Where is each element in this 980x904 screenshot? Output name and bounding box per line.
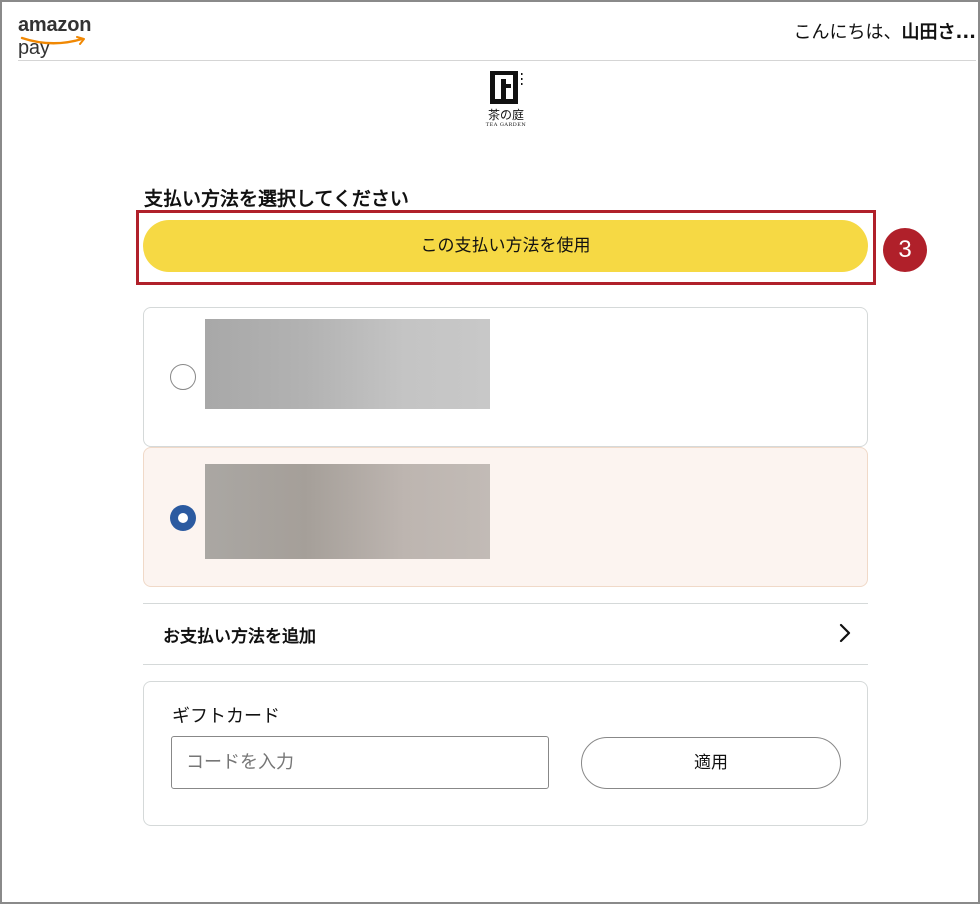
use-payment-method-button[interactable]: この支払い方法を使用 [143,220,868,272]
merchant-name: 茶の庭 [487,108,524,122]
amazon-smile-icon [20,36,85,45]
add-payment-method-label: お支払い方法を追加 [163,627,316,647]
gift-code-input[interactable] [171,736,549,789]
apply-button[interactable]: 適用 [581,737,841,789]
top-header: amazon pay こんにちは、山田さ... [18,14,980,59]
merchant-logo: 茶の庭 TEA GARDEN [476,68,536,134]
payment-method-radio-selected[interactable] [170,505,196,531]
payment-method-radio[interactable] [170,364,196,390]
greeting-prefix: こんにちは、 [793,22,902,43]
chevron-right-icon [839,623,851,643]
redacted-card-details [205,319,490,409]
add-payment-method-row[interactable]: お支払い方法を追加 [143,603,868,665]
step-badge: 3 [883,228,927,272]
greeting-user-name: 山田さ... [901,22,976,43]
header-divider [18,60,976,61]
merchant-logo-mark-icon [490,71,523,104]
amazon-pay-logo: amazon pay [18,14,128,59]
payment-method-card-selected[interactable] [143,447,868,587]
payment-section-title: 支払い方法を選択してください [144,188,409,210]
payment-method-card[interactable] [143,307,868,447]
gift-card-panel: ギフトカード 適用 [143,681,868,826]
gift-card-title: ギフトカード [172,706,280,727]
brand-amazon-text: amazon [18,14,92,36]
merchant-subtitle: TEA GARDEN [485,122,527,128]
user-greeting[interactable]: こんにちは、山田さ... [793,18,976,44]
redacted-card-details [205,464,490,559]
